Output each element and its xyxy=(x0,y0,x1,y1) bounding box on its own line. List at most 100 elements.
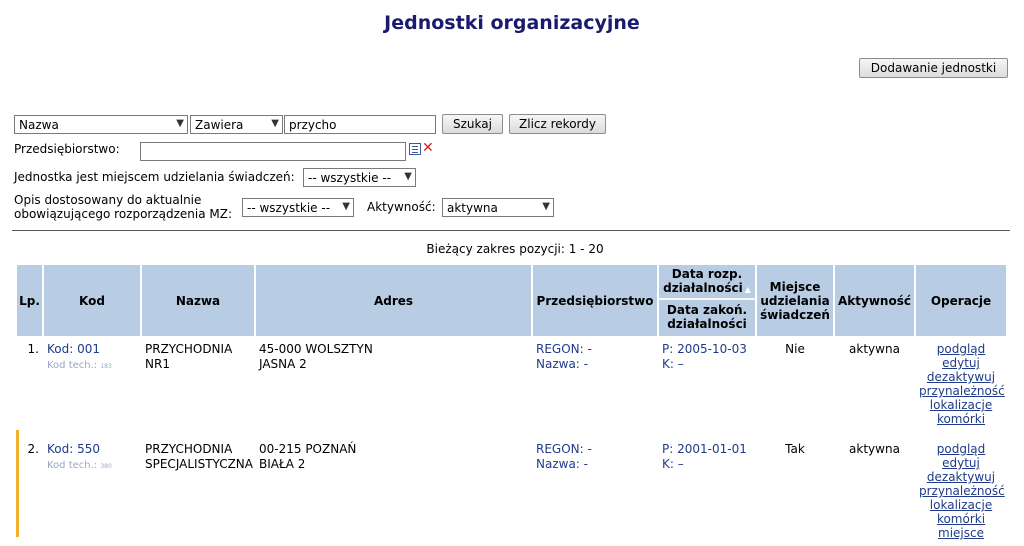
search-operator-select[interactable]: Zawiera ▼ xyxy=(190,115,283,134)
row-address-line2: JASNA 2 xyxy=(259,357,307,371)
op-view-link[interactable]: podgląd xyxy=(919,342,1003,356)
add-unit-button[interactable]: Dodawanie jednostki xyxy=(859,58,1008,78)
row-name-cell: PRZYCHODNIA NR1 xyxy=(142,338,254,430)
company-input[interactable] xyxy=(140,142,406,161)
header-ops: Operacje xyxy=(916,265,1006,338)
row-place: Tak xyxy=(757,438,833,546)
row-start-date: P: 2001-01-01 xyxy=(662,442,747,456)
row-kod-tech-label: Kod tech.: xyxy=(47,460,101,471)
row-active: aktywna xyxy=(835,338,914,430)
list-icon[interactable] xyxy=(409,143,421,155)
row-kod-cell: Kod: 001 Kod tech.: 183 xyxy=(44,338,140,430)
header-place-line1: Miejsce xyxy=(769,279,821,294)
table-row: 2. Kod: 550 Kod tech.: 380 PRZYCHODNIA S… xyxy=(17,438,1006,546)
row-kod-tech-number: 183 xyxy=(100,363,112,370)
activity-filter-select[interactable]: aktywna ▼ xyxy=(442,198,554,217)
header-kod[interactable]: Kod xyxy=(44,265,140,338)
header-start-line2: działalności xyxy=(663,280,743,295)
row-kod[interactable]: Kod: 001 xyxy=(47,342,100,356)
activity-filter-value: aktywna xyxy=(447,201,498,215)
row-address-line1: 00-215 POZNAŃ xyxy=(259,442,357,456)
row-end-date: K: – xyxy=(662,357,684,371)
row-kod-tech-label: Kod tech.: xyxy=(47,360,101,371)
row-place: Nie xyxy=(757,338,833,430)
row-regon: REGON: - xyxy=(536,342,592,356)
op-view-link[interactable]: podgląd xyxy=(919,442,1003,456)
row-regon: REGON: - xyxy=(536,442,592,456)
row-kod-tech-number: 380 xyxy=(100,463,112,470)
desc-filter-label: Opis dostosowany do aktualnie obowiązują… xyxy=(14,193,232,221)
header-active[interactable]: Aktywność xyxy=(835,265,914,338)
op-deactivate-link[interactable]: dezaktywuj xyxy=(919,470,1003,484)
row-lp: 1. xyxy=(17,338,42,430)
row-name-line1: PRZYCHODNIA xyxy=(145,442,233,456)
op-deactivate-link[interactable]: dezaktywuj xyxy=(919,370,1003,384)
activity-filter-label: Aktywność: xyxy=(367,200,436,214)
search-input[interactable]: przycho xyxy=(284,115,436,134)
header-end-line2: działalności xyxy=(667,317,747,331)
header-end-line1: Data zakoń. xyxy=(666,303,748,317)
header-adres[interactable]: Adres xyxy=(256,265,531,338)
row-company-name: Nazwa: - xyxy=(536,357,588,371)
op-cells-link[interactable]: komórki xyxy=(919,512,1003,526)
header-place-line3: świadczeń xyxy=(760,307,830,322)
row-kod-cell: Kod: 550 Kod tech.: 380 xyxy=(44,438,140,546)
op-locations-link[interactable]: lokalizacje xyxy=(919,398,1003,412)
table-row: 1. Kod: 001 Kod tech.: 183 PRZYCHODNIA N… xyxy=(17,338,1006,430)
header-place[interactable]: Miejsce udzielania świadczeń xyxy=(757,265,833,338)
chevron-down-icon: ▼ xyxy=(404,171,412,182)
place-filter-select[interactable]: -- wszystkie -- ▼ xyxy=(303,168,416,187)
row-address-line1: 45-000 WOLSZTYN xyxy=(259,342,373,356)
header-lp: Lp. xyxy=(17,265,42,338)
desc-filter-value: -- wszystkie -- xyxy=(247,201,331,215)
row-name-line2: NR1 xyxy=(145,357,170,371)
row-address-line2: BIAŁA 2 xyxy=(259,457,306,471)
search-button[interactable]: Szukaj xyxy=(442,114,503,134)
op-cells-link[interactable]: komórki xyxy=(919,412,1003,426)
header-dates: Data rozp. działalności ▲ Data zakoń. dział… xyxy=(659,265,755,338)
row-lp: 2. xyxy=(17,438,42,546)
row-ops: podgląd edytuj dezaktywuj przynależność … xyxy=(916,338,1006,430)
op-edit-link[interactable]: edytuj xyxy=(919,456,1003,470)
header-place-line2: udzielania xyxy=(760,293,830,308)
row-highlight-marker xyxy=(16,430,19,537)
count-records-button[interactable]: Zlicz rekordy xyxy=(509,114,606,134)
row-kod-tech: Kod tech.: 183 xyxy=(47,360,112,371)
op-locations-link[interactable]: lokalizacje xyxy=(919,498,1003,512)
divider xyxy=(12,230,1010,231)
row-company-cell: REGON: - Nazwa: - xyxy=(533,338,657,430)
header-start-date[interactable]: Data rozp. działalności ▲ xyxy=(659,265,755,300)
op-place-link[interactable]: miejsce xyxy=(919,526,1003,540)
header-start-line1: Data rozp. xyxy=(671,266,743,281)
row-start-date: P: 2005-10-03 xyxy=(662,342,747,356)
row-end-date: K: – xyxy=(662,457,684,471)
header-przedsiebiorstwo[interactable]: Przedsiębiorstwo xyxy=(533,265,657,338)
row-active: aktywna xyxy=(835,438,914,546)
chevron-down-icon: ▼ xyxy=(176,118,184,129)
row-company-cell: REGON: - Nazwa: - xyxy=(533,438,657,546)
search-operator-value: Zawiera xyxy=(195,118,244,132)
search-field-value: Nazwa xyxy=(19,118,59,132)
place-filter-value: -- wszystkie -- xyxy=(308,171,392,185)
row-name-line2: SPECJALISTYCZNA xyxy=(145,457,253,471)
row-address-cell: 45-000 WOLSZTYN JASNA 2 xyxy=(256,338,531,430)
row-dates-cell: P: 2001-01-01 K: – xyxy=(659,438,755,546)
place-filter-label: Jednostka jest miejscem udzielania świad… xyxy=(14,170,295,184)
page-title: Jednostki organizacyjne xyxy=(384,12,640,34)
header-nazwa[interactable]: Nazwa xyxy=(142,265,254,338)
row-name-cell: PRZYCHODNIA SPECJALISTYCZNA xyxy=(142,438,254,546)
row-company-name: Nazwa: - xyxy=(536,457,588,471)
header-end-date[interactable]: Data zakoń. działalności xyxy=(661,300,753,334)
op-membership-link[interactable]: przynależność xyxy=(919,484,1005,498)
row-kod-tech: Kod tech.: 380 xyxy=(47,460,112,471)
desc-filter-select[interactable]: -- wszystkie -- ▼ xyxy=(242,198,354,217)
op-membership-link[interactable]: przynależność xyxy=(919,384,1005,398)
desc-filter-label-line2: obowiązującego rozporządzenia MZ: xyxy=(14,207,233,221)
row-name-line1: PRZYCHODNIA xyxy=(145,342,233,356)
op-edit-link[interactable]: edytuj xyxy=(919,356,1003,370)
row-address-cell: 00-215 POZNAŃ BIAŁA 2 xyxy=(256,438,531,546)
clear-icon[interactable]: ✕ xyxy=(422,140,434,156)
chevron-down-icon: ▼ xyxy=(271,118,279,129)
search-field-select[interactable]: Nazwa ▼ xyxy=(14,115,188,134)
row-kod[interactable]: Kod: 550 xyxy=(47,442,100,456)
